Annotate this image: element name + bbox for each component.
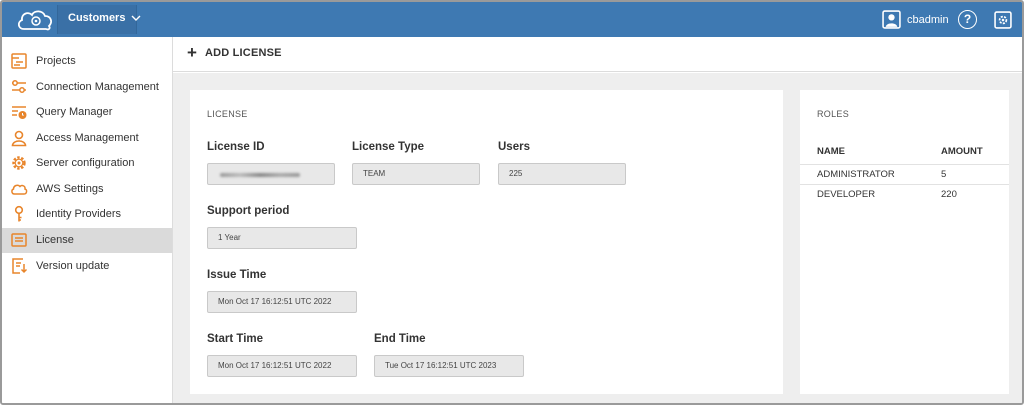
sidebar: Projects Connection Management Query Man…	[2, 37, 173, 403]
role-amount: 220	[941, 189, 957, 200]
role-name: ADMINISTRATOR	[817, 169, 895, 180]
user-menu[interactable]: cbadmin	[882, 10, 949, 29]
sidebar-item-label: Access Management	[36, 132, 139, 144]
sidebar-item-label: Version update	[36, 260, 110, 272]
sidebar-item-label: Query Manager	[36, 106, 113, 118]
main-header: + ADD LICENSE	[173, 37, 1022, 72]
gear-icon	[12, 156, 26, 170]
sidebar-item-connection-management[interactable]: Connection Management	[2, 75, 172, 100]
issue-time-label: Issue Time	[207, 269, 267, 281]
sidebar-item-label: Connection Management	[36, 81, 159, 93]
cloudbeaver-logo-icon[interactable]	[16, 7, 54, 33]
add-license-button[interactable]: + ADD LICENSE	[187, 43, 282, 62]
connection-icon	[12, 80, 26, 93]
roles-section-title: ROLES	[817, 109, 850, 119]
settings-icon[interactable]	[994, 11, 1012, 29]
license-icon	[11, 233, 27, 247]
version-update-icon	[12, 258, 28, 274]
cloud-icon	[11, 184, 28, 195]
start-time-field[interactable]: Mon Oct 17 16:12:51 UTC 2022	[207, 355, 357, 377]
key-icon	[14, 205, 24, 222]
sidebar-item-projects[interactable]: Projects	[2, 49, 172, 74]
role-amount: 5	[941, 169, 947, 180]
users-field[interactable]: 225	[498, 163, 626, 185]
roles-card: ROLES NAME AMOUNT ADMINISTRATOR 5 DEVELO…	[800, 90, 1009, 394]
project-selector-label: Customers	[68, 12, 126, 24]
redacted-license-id	[220, 173, 300, 177]
sidebar-item-version-update[interactable]: Version update	[2, 254, 172, 279]
chevron-down-icon	[131, 15, 141, 21]
sidebar-item-label: Projects	[36, 55, 76, 67]
license-type-label: License Type	[352, 141, 425, 153]
support-period-field[interactable]: 1 Year	[207, 227, 357, 249]
users-label: Users	[498, 141, 530, 153]
projects-icon	[11, 53, 27, 69]
license-id-field[interactable]	[207, 163, 335, 185]
support-period-label: Support period	[207, 205, 290, 217]
roles-column-amount: AMOUNT	[941, 146, 983, 157]
table-row[interactable]: DEVELOPER 220	[800, 184, 1009, 204]
table-row[interactable]: ADMINISTRATOR 5	[800, 164, 1009, 184]
license-card: LICENSE License ID License Type TEAM Use…	[190, 90, 783, 394]
role-name: DEVELOPER	[817, 189, 876, 200]
sidebar-item-license[interactable]: License	[2, 228, 172, 253]
app-window: Customers cbadmin ? Projects Connection …	[0, 0, 1024, 405]
license-type-field[interactable]: TEAM	[352, 163, 480, 185]
plus-icon: +	[187, 43, 197, 62]
end-time-field[interactable]: Tue Oct 17 16:12:51 UTC 2023	[374, 355, 524, 377]
user-avatar-icon	[882, 10, 901, 29]
sidebar-item-query-manager[interactable]: Query Manager	[2, 100, 172, 125]
user-icon	[11, 130, 27, 147]
start-time-label: Start Time	[207, 333, 264, 345]
sidebar-item-label: License	[36, 234, 74, 246]
query-manager-icon	[12, 106, 27, 119]
help-icon[interactable]: ?	[958, 10, 977, 29]
add-license-label: ADD LICENSE	[204, 47, 282, 59]
project-selector[interactable]: Customers	[68, 12, 141, 24]
sidebar-item-identity-providers[interactable]: Identity Providers	[2, 202, 172, 227]
sidebar-item-label: Identity Providers	[36, 208, 121, 220]
sidebar-item-label: Server configuration	[36, 157, 135, 169]
sidebar-item-access-management[interactable]: Access Management	[2, 126, 172, 151]
sidebar-item-label: AWS Settings	[36, 183, 104, 195]
issue-time-field[interactable]: Mon Oct 17 16:12:51 UTC 2022	[207, 291, 357, 313]
end-time-label: End Time	[374, 333, 426, 345]
top-bar: Customers cbadmin ?	[2, 2, 1022, 37]
sidebar-item-aws-settings[interactable]: AWS Settings	[2, 177, 172, 202]
username-label: cbadmin	[907, 13, 949, 26]
sidebar-item-server-configuration[interactable]: Server configuration	[2, 151, 172, 176]
license-section-title: LICENSE	[207, 109, 248, 119]
license-id-label: License ID	[207, 141, 265, 153]
roles-column-name: NAME	[817, 146, 845, 157]
